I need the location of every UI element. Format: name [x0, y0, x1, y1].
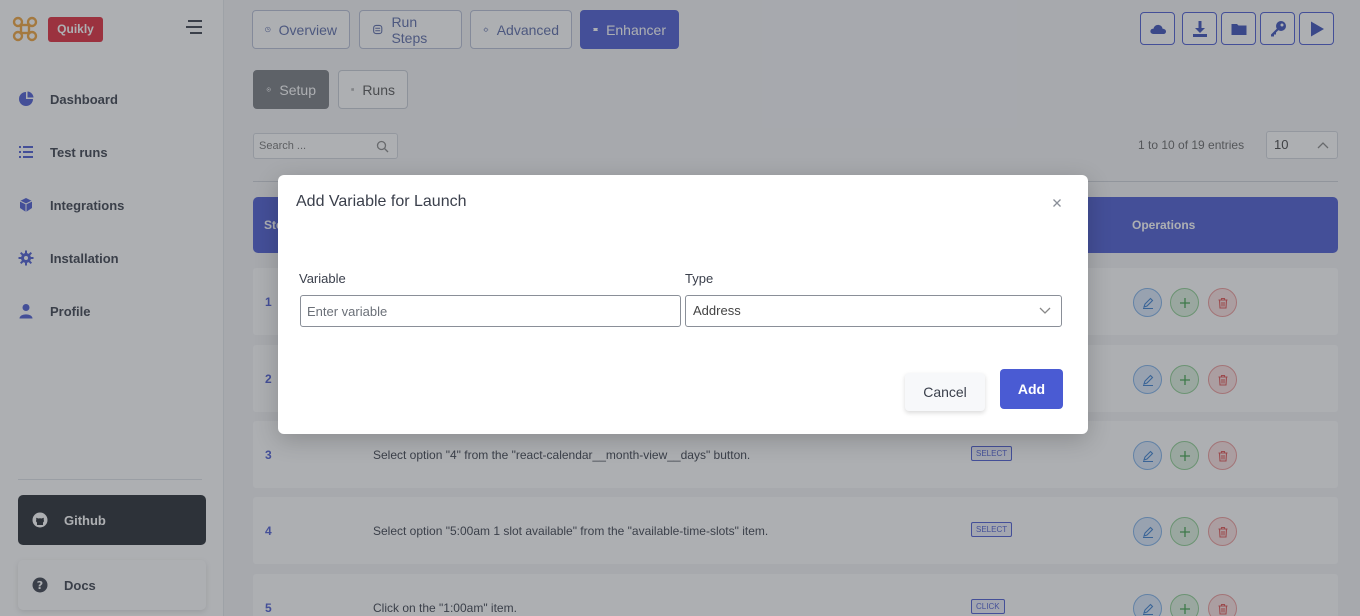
- variable-label: Variable: [299, 271, 346, 286]
- cancel-button[interactable]: Cancel: [905, 373, 985, 411]
- variable-input[interactable]: [300, 295, 681, 327]
- type-select[interactable]: Address: [685, 295, 1062, 327]
- close-icon[interactable]: [1050, 196, 1064, 210]
- type-label: Type: [685, 271, 714, 286]
- add-button[interactable]: Add: [1000, 369, 1063, 409]
- modal-title: Add Variable for Launch: [296, 193, 467, 210]
- add-variable-modal: Add Variable for Launch Variable Type Ad…: [278, 175, 1088, 434]
- type-select-value: Address: [693, 303, 741, 318]
- chevron-down-icon: [1039, 307, 1051, 314]
